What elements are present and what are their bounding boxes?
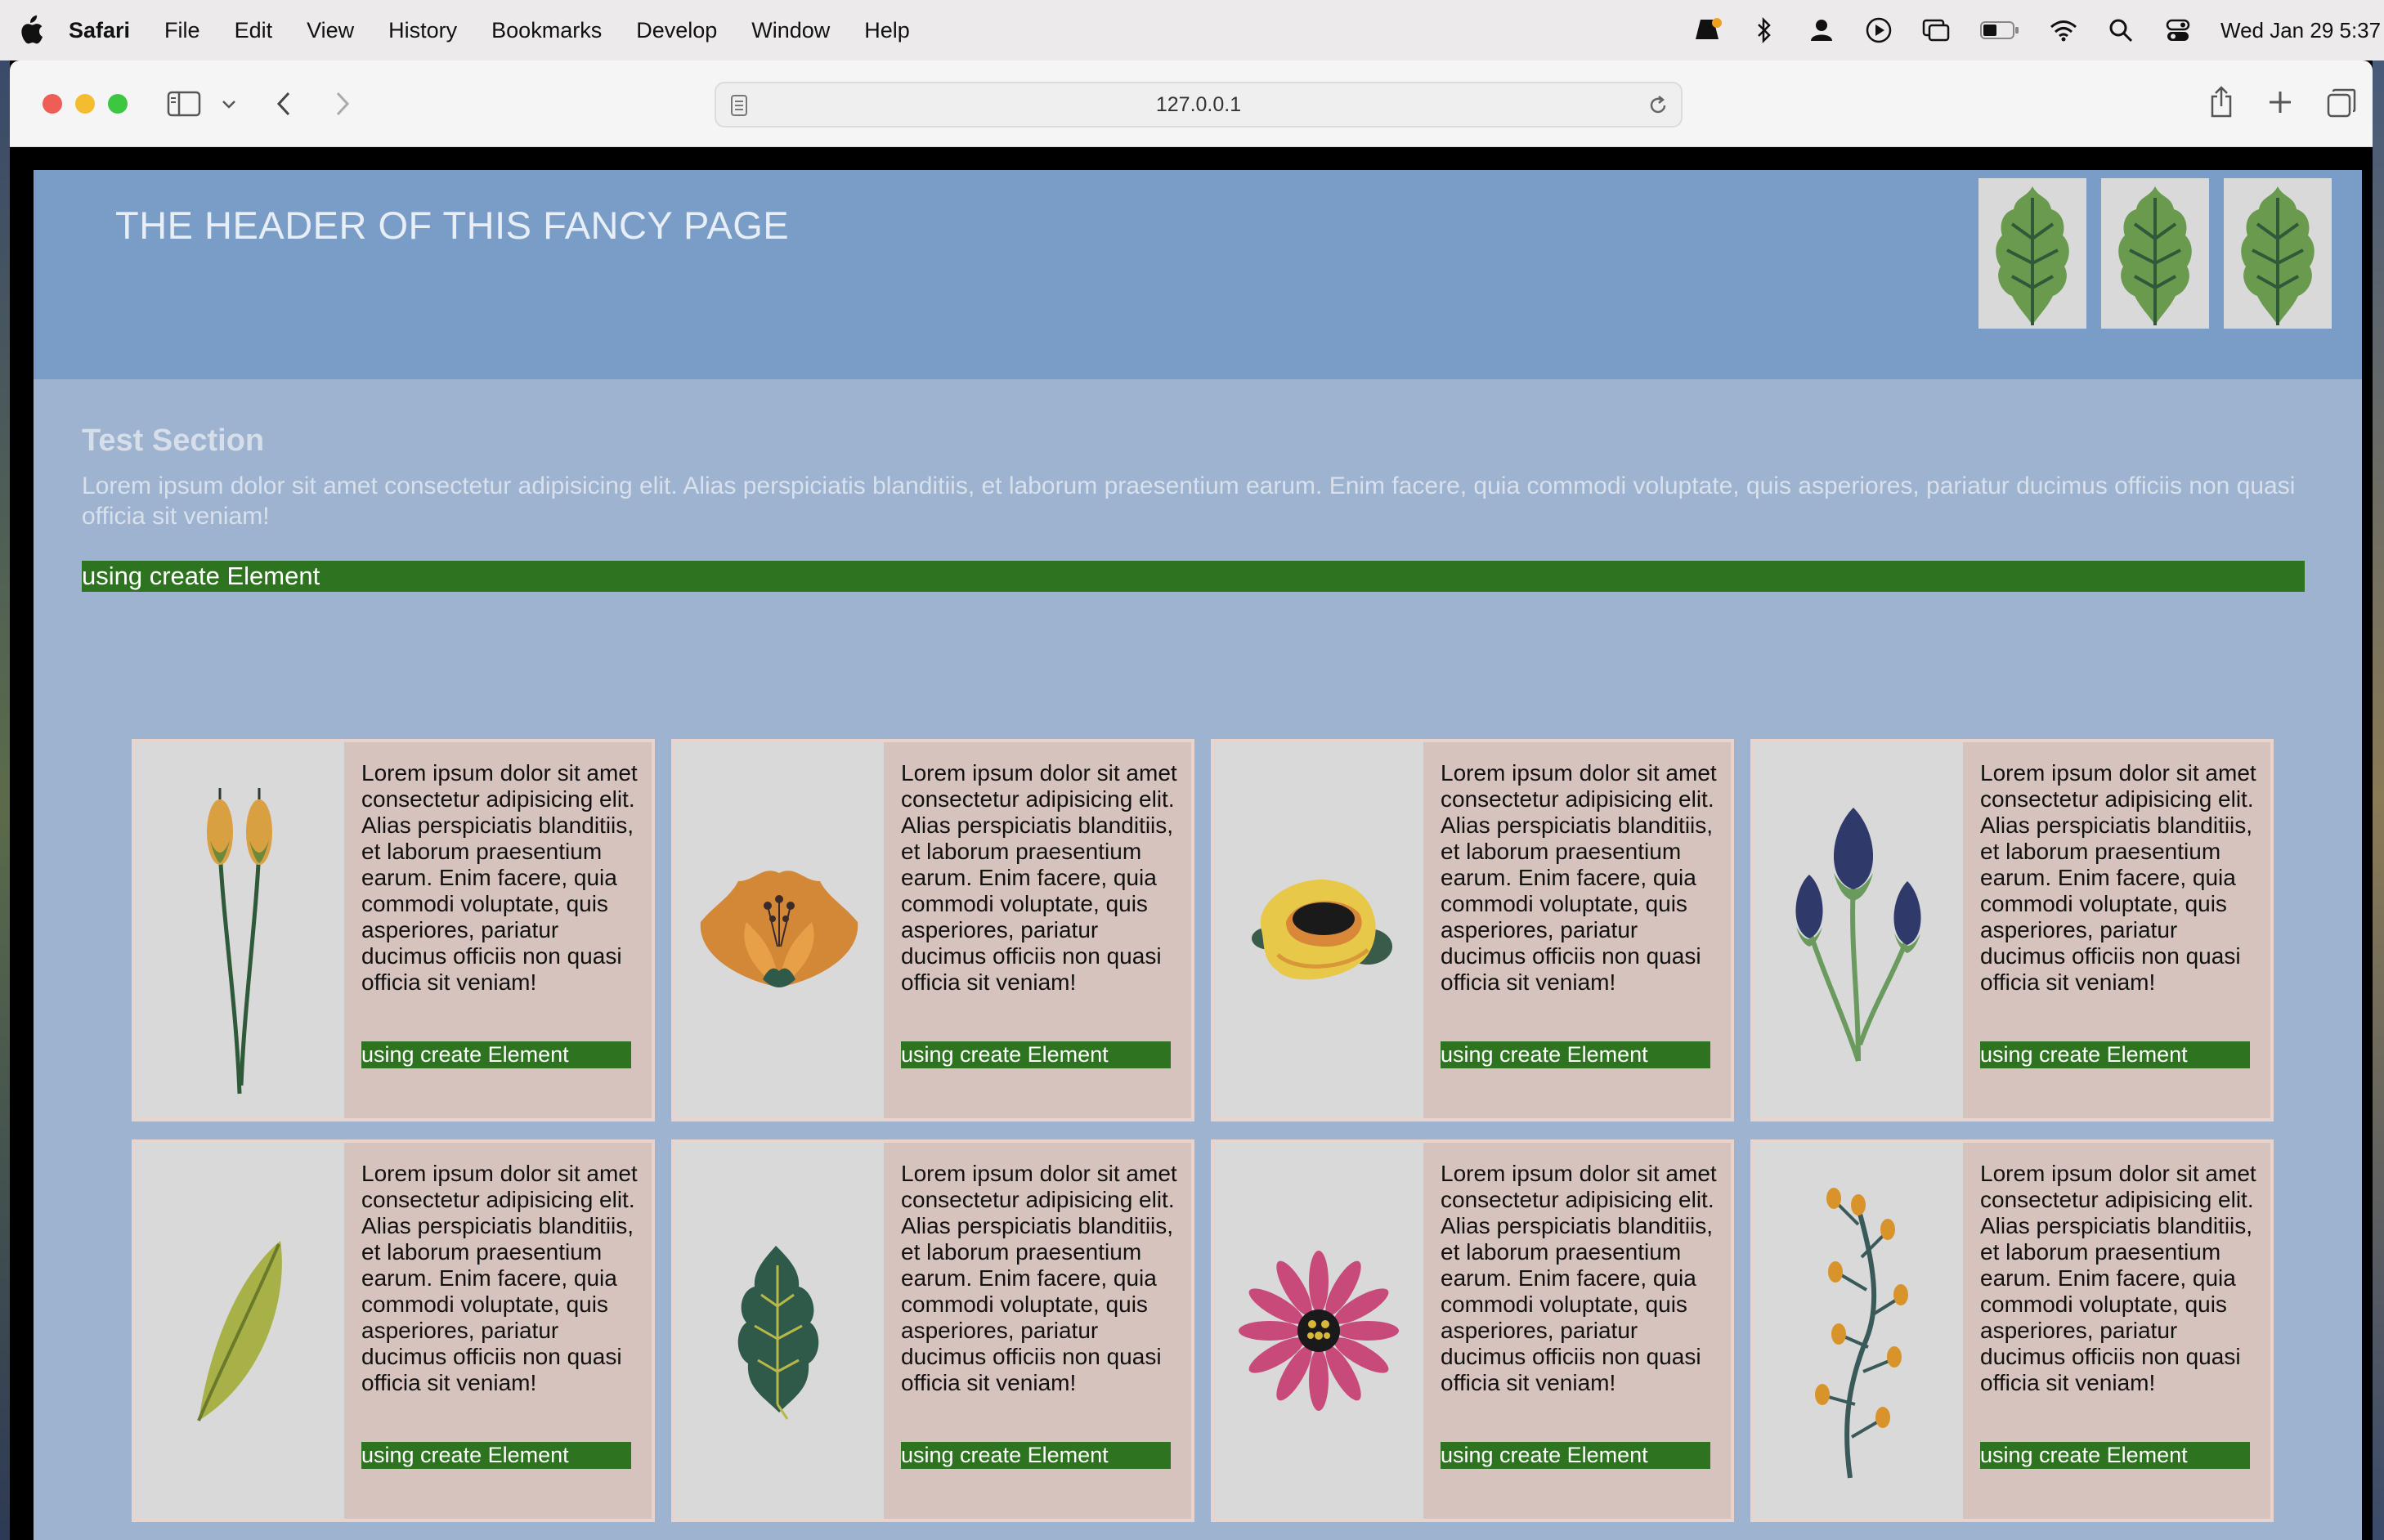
sidebar-toggle-icon[interactable]	[167, 90, 201, 118]
notification-icon[interactable]	[1692, 16, 1722, 45]
flower-card: Lorem ipsum dolor sit amet consectetur a…	[1211, 739, 1734, 1121]
blue-thistle-icon	[1795, 808, 1921, 1062]
flower-card: Lorem ipsum dolor sit amet consectetur a…	[1750, 1139, 2274, 1522]
card-create-element-label: using create Element	[1441, 1442, 1710, 1469]
search-icon[interactable]	[2106, 16, 2135, 45]
wifi-icon[interactable]	[2049, 16, 2078, 45]
card-image	[1754, 742, 1963, 1118]
card-image	[1214, 742, 1423, 1118]
menu-history[interactable]: History	[388, 18, 457, 43]
leaf-icon	[2118, 186, 2192, 325]
card-create-element-label: using create Element	[1980, 1041, 2250, 1068]
card-text: Lorem ipsum dolor sit amet consectetur a…	[901, 1161, 1177, 1395]
bluetooth-icon[interactable]	[1750, 16, 1779, 45]
zoom-window-button[interactable]	[108, 94, 128, 114]
yellow-buds-icon	[207, 788, 272, 1095]
menu-develop[interactable]: Develop	[636, 18, 717, 43]
page-header: THE HEADER OF THIS FANCY PAGE	[34, 170, 2362, 379]
menu-view[interactable]: View	[307, 18, 354, 43]
user-icon[interactable]	[1807, 16, 1836, 45]
yellow-rose-icon	[1252, 880, 1392, 980]
card-body: Lorem ipsum dolor sit amet consectetur a…	[344, 1143, 652, 1519]
menu-app-name[interactable]: Safari	[69, 18, 130, 43]
menubar-clock[interactable]: Wed Jan 29 5:37	[2220, 18, 2384, 43]
menu-window[interactable]: Window	[751, 18, 830, 43]
leaf-icon	[1996, 186, 2069, 325]
flower-card: Lorem ipsum dolor sit amet consectetur a…	[671, 739, 1194, 1121]
flower-card: Lorem ipsum dolor sit amet consectetur a…	[1750, 739, 2274, 1121]
dark-leaf-icon	[737, 1246, 819, 1420]
card-create-element-label: using create Element	[361, 1442, 631, 1469]
berry-branch-icon	[1815, 1188, 1908, 1479]
orange-flower-icon	[700, 871, 858, 987]
card-create-element-label: using create Element	[901, 1442, 1171, 1469]
header-leaf-image-3	[2224, 178, 2332, 329]
card-body: Lorem ipsum dolor sit amet consectetur a…	[884, 1143, 1191, 1519]
address-bar[interactable]: 127.0.0.1	[715, 82, 1683, 128]
page-header-title: THE HEADER OF THIS FANCY PAGE	[115, 204, 790, 247]
card-body: Lorem ipsum dolor sit amet consectetur a…	[1423, 1143, 1731, 1519]
card-text: Lorem ipsum dolor sit amet consectetur a…	[1441, 1161, 1717, 1395]
tab-overview-icon[interactable]	[2325, 87, 2358, 119]
screen-mirror-icon[interactable]	[1921, 16, 1951, 45]
card-text: Lorem ipsum dolor sit amet consectetur a…	[1441, 760, 1717, 995]
created-element-banner: using create Element	[82, 561, 2305, 592]
status-area: Wed Jan 29 5:37	[1692, 0, 2384, 60]
card-text: Lorem ipsum dolor sit amet consectetur a…	[361, 760, 638, 995]
minimize-window-button[interactable]	[75, 94, 95, 114]
section-title: Test Section	[82, 423, 265, 458]
card-image	[1754, 1143, 1963, 1519]
menu-edit[interactable]: Edit	[235, 18, 273, 43]
new-tab-icon[interactable]	[2266, 88, 2294, 116]
header-leaf-image-1	[1978, 178, 2086, 329]
olive-leaf-icon	[197, 1241, 282, 1421]
flower-card: Lorem ipsum dolor sit amet consectetur a…	[132, 1139, 655, 1522]
card-create-element-label: using create Element	[1441, 1041, 1710, 1068]
card-image	[674, 1143, 884, 1519]
forward-icon[interactable]	[330, 88, 355, 119]
menu-bookmarks[interactable]: Bookmarks	[491, 18, 602, 43]
card-image	[135, 1143, 344, 1519]
section-paragraph: Lorem ipsum dolor sit amet consectetur a…	[82, 472, 2296, 530]
card-image	[1214, 1143, 1423, 1519]
card-create-element-label: using create Element	[361, 1041, 631, 1068]
pink-daisy-icon	[1239, 1251, 1399, 1411]
flower-card: Lorem ipsum dolor sit amet consectetur a…	[132, 739, 655, 1121]
web-page: THE HEADER OF THIS FANCY PAGE Test Secti…	[34, 170, 2362, 1540]
browser-toolbar: 127.0.0.1	[10, 60, 2373, 147]
menu-bar: Safari File Edit View History Bookmarks …	[0, 0, 2384, 60]
flower-card: Lorem ipsum dolor sit amet consectetur a…	[1211, 1139, 1734, 1522]
card-body: Lorem ipsum dolor sit amet consectetur a…	[344, 742, 652, 1118]
play-icon[interactable]	[1864, 16, 1893, 45]
card-create-element-label: using create Element	[901, 1041, 1171, 1068]
card-body: Lorem ipsum dolor sit amet consectetur a…	[1963, 742, 2270, 1118]
menu-help[interactable]: Help	[864, 18, 910, 43]
card-text: Lorem ipsum dolor sit amet consectetur a…	[901, 760, 1177, 995]
header-leaf-image-2	[2101, 178, 2209, 329]
safari-window: 127.0.0.1 THE HEADER OF THIS FANCY PAGE	[10, 60, 2373, 1540]
card-body: Lorem ipsum dolor sit amet consectetur a…	[884, 742, 1191, 1118]
url-text[interactable]: 127.0.0.1	[716, 83, 1681, 126]
card-text: Lorem ipsum dolor sit amet consectetur a…	[361, 1161, 638, 1395]
card-text: Lorem ipsum dolor sit amet consectetur a…	[1980, 1161, 2256, 1395]
back-icon[interactable]	[271, 88, 296, 119]
battery-icon[interactable]	[1978, 16, 2021, 45]
desktop-wallpaper-left	[0, 60, 10, 1540]
chevron-down-icon[interactable]	[221, 96, 237, 113]
card-image	[135, 742, 344, 1118]
leaf-icon	[2241, 186, 2315, 325]
card-body: Lorem ipsum dolor sit amet consectetur a…	[1963, 1143, 2270, 1519]
reload-icon[interactable]	[1647, 93, 1669, 118]
close-window-button[interactable]	[43, 94, 62, 114]
card-body: Lorem ipsum dolor sit amet consectetur a…	[1423, 742, 1731, 1118]
card-create-element-label: using create Element	[1980, 1442, 2250, 1469]
menu-file[interactable]: File	[164, 18, 200, 43]
card-text: Lorem ipsum dolor sit amet consectetur a…	[1980, 760, 2256, 995]
card-image	[674, 742, 884, 1118]
flower-card: Lorem ipsum dolor sit amet consectetur a…	[671, 1139, 1194, 1522]
apple-icon[interactable]	[16, 14, 44, 47]
control-center-icon[interactable]	[2163, 16, 2193, 45]
share-icon[interactable]	[2207, 83, 2235, 119]
desktop-wallpaper-right	[2373, 60, 2384, 1540]
